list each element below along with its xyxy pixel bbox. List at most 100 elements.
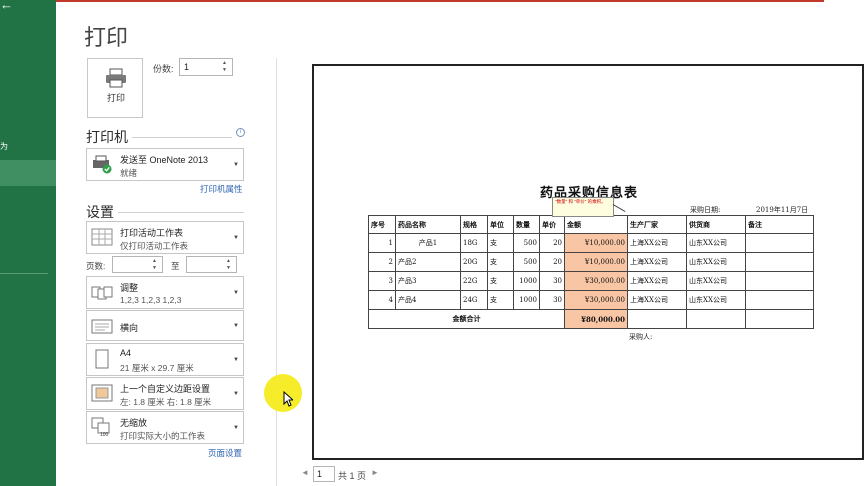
header-cell: 供货商 — [686, 215, 746, 234]
table-cell: 支 — [487, 290, 514, 310]
table-cell: 1000 — [513, 290, 540, 310]
margins-icon — [91, 384, 113, 402]
pages-to-input[interactable]: ▲ ▼ — [186, 256, 237, 273]
table-cell: 产品2 — [395, 252, 461, 272]
printer-section-rule — [132, 137, 232, 138]
print-scope-sub: 仅打印活动工作表 — [120, 241, 189, 251]
spin-up-icon[interactable]: ▲ — [152, 258, 160, 264]
scaling-select[interactable]: 100 无缩放 打印实际大小的工作表 ▼ — [86, 411, 244, 444]
spin-up-icon[interactable]: ▲ — [226, 258, 234, 264]
header-cell: 单位 — [487, 215, 514, 234]
page-total: 共 1 页 — [338, 471, 367, 481]
date-value: 2019年11月7日 — [756, 206, 809, 214]
table-row: 3 产品3 22G 支 1000 30 ¥30,000.00 上海XX公司 山东… — [368, 271, 814, 291]
table-cell: 支 — [487, 233, 514, 253]
chevron-down-icon: ▼ — [233, 234, 239, 241]
spin-down-icon[interactable]: ▼ — [226, 265, 234, 271]
header-cell: 药品名称 — [395, 215, 461, 234]
margins-title: 上一个自定义边距设置 — [120, 384, 211, 394]
table-cell — [745, 290, 814, 310]
collate-select[interactable]: 调整 1,2,3 1,2,3 1,2,3 ▼ — [86, 276, 244, 309]
table-cell — [745, 271, 814, 291]
table-cell — [745, 252, 814, 272]
table-cell: 2 — [368, 252, 396, 272]
preview-table: 序号 药品名称 规格 单位 数量 单价 金额 生产厂家 供货商 备注 1 产品1… — [368, 215, 814, 329]
total-value: ¥80,000.00 — [564, 309, 628, 329]
nav-item-partial[interactable]: 为 — [0, 141, 56, 152]
nav-separator — [0, 273, 48, 274]
buyer-label: 采购人: — [629, 333, 653, 341]
collate-sub: 1,2,3 1,2,3 1,2,3 — [120, 295, 182, 305]
spin-up-icon[interactable]: ▲ — [222, 60, 230, 66]
table-cell — [745, 233, 814, 253]
page-title: 打印 — [84, 26, 129, 51]
table-cell: 产品1 — [395, 233, 461, 253]
table-cell: 500 — [513, 233, 540, 253]
print-backstage: ← 为 打印 打印 份数: 1 ▲ ▼ 打印机 i 发送至 OneNote 20… — [0, 0, 864, 486]
scaling-icon: 100 — [91, 417, 110, 437]
table-cell: 上海XX公司 — [627, 271, 687, 291]
settings-section-rule — [118, 212, 244, 213]
table-cell — [745, 309, 814, 329]
table-cell: 产品3 — [395, 271, 461, 291]
table-cell: 4 — [368, 290, 396, 310]
svg-text:100: 100 — [100, 432, 109, 437]
chevron-down-icon: ▼ — [233, 424, 239, 431]
table-cell: 22G — [460, 271, 488, 291]
printer-icon — [106, 68, 126, 88]
prev-page-icon[interactable]: ◄ — [301, 468, 309, 477]
print-button[interactable]: 打印 — [87, 58, 143, 118]
page-setup-link[interactable]: 页面设置 — [208, 447, 242, 459]
scaling-title: 无缩放 — [120, 418, 148, 428]
copies-label: 份数: — [153, 64, 174, 74]
table-cell: 500 — [513, 252, 540, 272]
header-cell: 金额 — [564, 215, 628, 234]
copies-input[interactable]: 1 ▲ ▼ — [179, 58, 233, 76]
table-cell: 山东XX公司 — [686, 271, 746, 291]
header-cell: 序号 — [368, 215, 396, 234]
spin-down-icon[interactable]: ▼ — [222, 67, 230, 73]
amount-cell: ¥30,000.00 — [564, 290, 628, 310]
total-label: 金额合计 — [368, 309, 565, 329]
paper-size-select[interactable]: A4 21 厘米 x 29.7 厘米 ▼ — [86, 343, 244, 376]
table-row: 4 产品4 24G 支 1000 30 ¥30,000.00 上海XX公司 山东… — [368, 290, 814, 310]
orientation-select[interactable]: 横向 ▼ — [86, 310, 244, 341]
backstage-nav: ← 为 — [0, 0, 56, 486]
title-bar-accent — [56, 0, 824, 2]
table-cell: 24G — [460, 290, 488, 310]
printer-select[interactable]: 发送至 OneNote 2013 就绪 ▼ — [86, 148, 244, 181]
pages-from-input[interactable]: ▲ ▼ — [112, 256, 163, 273]
table-row: 1 产品1 18G 支 500 20 ¥10,000.00 上海XX公司 山东X… — [368, 233, 814, 253]
orientation-title: 横向 — [120, 323, 139, 333]
settings-section-title: 设置 — [86, 205, 114, 221]
print-scope-select[interactable]: 打印活动工作表 仅打印活动工作表 ▼ — [86, 221, 244, 254]
table-cell: 30 — [539, 290, 565, 310]
paper-size-sub: 21 厘米 x 29.7 厘米 — [120, 363, 194, 373]
table-cell: 上海XX公司 — [627, 252, 687, 272]
panel-divider — [276, 58, 277, 486]
info-icon[interactable]: i — [236, 128, 245, 137]
spin-down-icon[interactable]: ▼ — [152, 265, 160, 271]
print-scope-title: 打印活动工作表 — [120, 228, 184, 238]
paper-icon — [95, 349, 109, 369]
table-cell: 1 — [368, 233, 396, 253]
table-cell: 30 — [539, 271, 565, 291]
paper-size-title: A4 — [120, 348, 132, 358]
printer-properties-link[interactable]: 打印机属性 — [200, 183, 243, 195]
table-cell: 20G — [460, 252, 488, 272]
back-arrow-icon[interactable]: ← — [0, 0, 18, 18]
chevron-down-icon: ▼ — [233, 390, 239, 397]
collate-title: 调整 — [120, 283, 139, 293]
table-cell: 支 — [487, 271, 514, 291]
table-cell: 20 — [539, 252, 565, 272]
margins-select[interactable]: 上一个自定义边距设置 左: 1.8 厘米 右: 1.8 厘米 ▼ — [86, 377, 244, 410]
next-page-icon[interactable]: ► — [371, 468, 379, 477]
table-cell: 上海XX公司 — [627, 233, 687, 253]
table-cell: 1000 — [513, 271, 540, 291]
table-cell — [627, 309, 687, 329]
table-header-row: 序号 药品名称 规格 单位 数量 单价 金额 生产厂家 供货商 备注 — [368, 215, 814, 234]
table-cell: 产品4 — [395, 290, 461, 310]
nav-item-print-active[interactable] — [0, 160, 56, 186]
table-cell: 山东XX公司 — [686, 290, 746, 310]
page-number-input[interactable]: 1 — [313, 466, 335, 482]
